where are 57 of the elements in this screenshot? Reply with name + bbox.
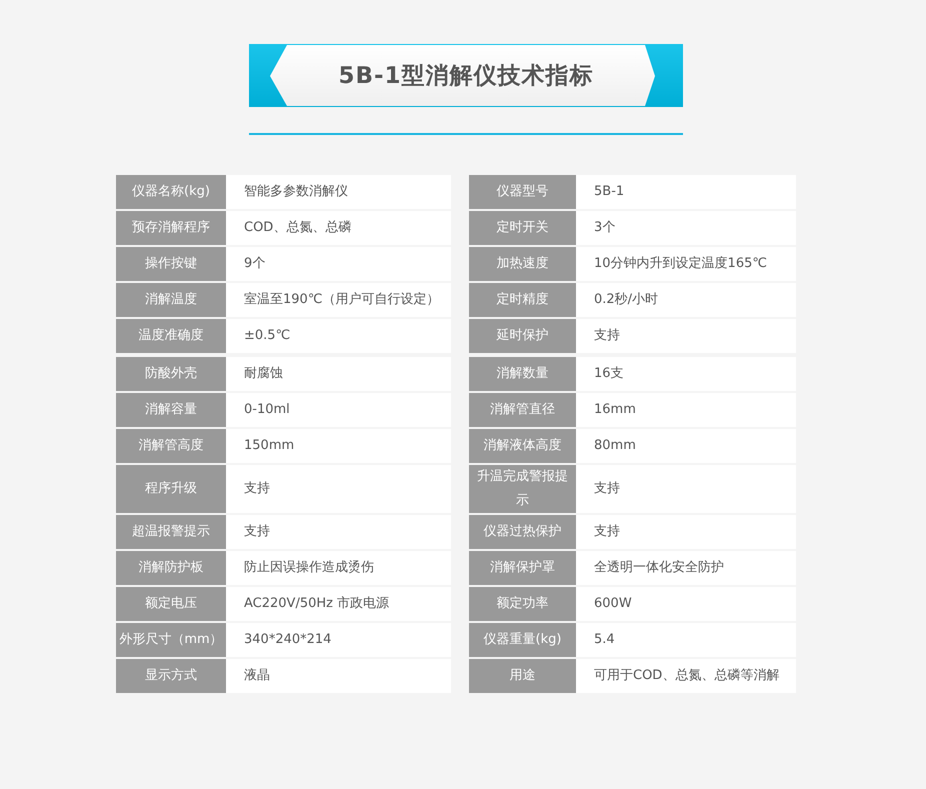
- spec-label: 消解防护板: [116, 551, 226, 585]
- spec-label: 消解容量: [116, 393, 226, 427]
- spec-label: 防酸外壳: [116, 357, 226, 391]
- spec-value: 0.2秒/小时: [576, 283, 796, 317]
- spec-label: 加热速度: [469, 247, 576, 281]
- spec-label: 消解温度: [116, 283, 226, 317]
- spec-label: 仪器过热保护: [469, 515, 576, 549]
- spec-label: 超温报警提示: [116, 515, 226, 549]
- page-title: 5B-1型消解仪技术指标: [338, 62, 594, 91]
- spec-value: 16支: [576, 357, 796, 391]
- spec-label: 消解数量: [469, 357, 576, 391]
- spec-label: 消解保护罩: [469, 551, 576, 585]
- spec-label: 仪器型号: [469, 175, 576, 209]
- spec-value: 600W: [576, 587, 796, 621]
- spec-value: 防止因误操作造成烫伤: [226, 551, 451, 585]
- spec-label: 延时保护: [469, 319, 576, 353]
- spec-value: 可用于COD、总氮、总磷等消解: [576, 659, 796, 693]
- spec-value: 10分钟内升到设定温度165℃: [576, 247, 796, 281]
- spec-label: 用途: [469, 659, 576, 693]
- spec-label: 消解管直径: [469, 393, 576, 427]
- spec-label: 外形尺寸（mm）: [116, 623, 226, 657]
- spec-value: 5.4: [576, 623, 796, 657]
- spec-label: 温度准确度: [116, 319, 226, 353]
- spec-value: 5B-1: [576, 175, 796, 209]
- spec-label: 额定电压: [116, 587, 226, 621]
- spec-label: 操作按键: [116, 247, 226, 281]
- spec-label: 程序升级: [116, 465, 226, 513]
- spec-value: 支持: [226, 515, 451, 549]
- spec-label: 定时精度: [469, 283, 576, 317]
- spec-value: COD、总氮、总磷: [226, 211, 451, 245]
- spec-label: 定时开关: [469, 211, 576, 245]
- spec-value: 3个: [576, 211, 796, 245]
- spec-value: 支持: [576, 319, 796, 353]
- spec-label: 仪器名称(kg): [116, 175, 226, 209]
- spec-value: 80mm: [576, 429, 796, 463]
- spec-value: 支持: [576, 515, 796, 549]
- spec-label: 消解管高度: [116, 429, 226, 463]
- spec-value: 支持: [226, 465, 451, 513]
- spec-label: 升温完成警报提示: [469, 465, 576, 513]
- spec-value: 液晶: [226, 659, 451, 693]
- spec-value: 支持: [576, 465, 796, 513]
- spec-value: 耐腐蚀: [226, 357, 451, 391]
- spec-label: 预存消解程序: [116, 211, 226, 245]
- spec-value: AC220V/50Hz 市政电源: [226, 587, 451, 621]
- spec-label: 显示方式: [116, 659, 226, 693]
- spec-label: 仪器重量(kg): [469, 623, 576, 657]
- spec-value: 0-10ml: [226, 393, 451, 427]
- spec-value: 全透明一体化安全防护: [576, 551, 796, 585]
- spec-label: 额定功率: [469, 587, 576, 621]
- spec-value: 340*240*214: [226, 623, 451, 657]
- spec-value: 室温至190℃（用户可自行设定）: [226, 283, 451, 317]
- spec-label: 消解液体高度: [469, 429, 576, 463]
- spec-value: 16mm: [576, 393, 796, 427]
- spec-value: 9个: [226, 247, 451, 281]
- spec-value: 150mm: [226, 429, 451, 463]
- spec-value: 智能多参数消解仪: [226, 175, 451, 209]
- spec-value: ±0.5℃: [226, 319, 451, 353]
